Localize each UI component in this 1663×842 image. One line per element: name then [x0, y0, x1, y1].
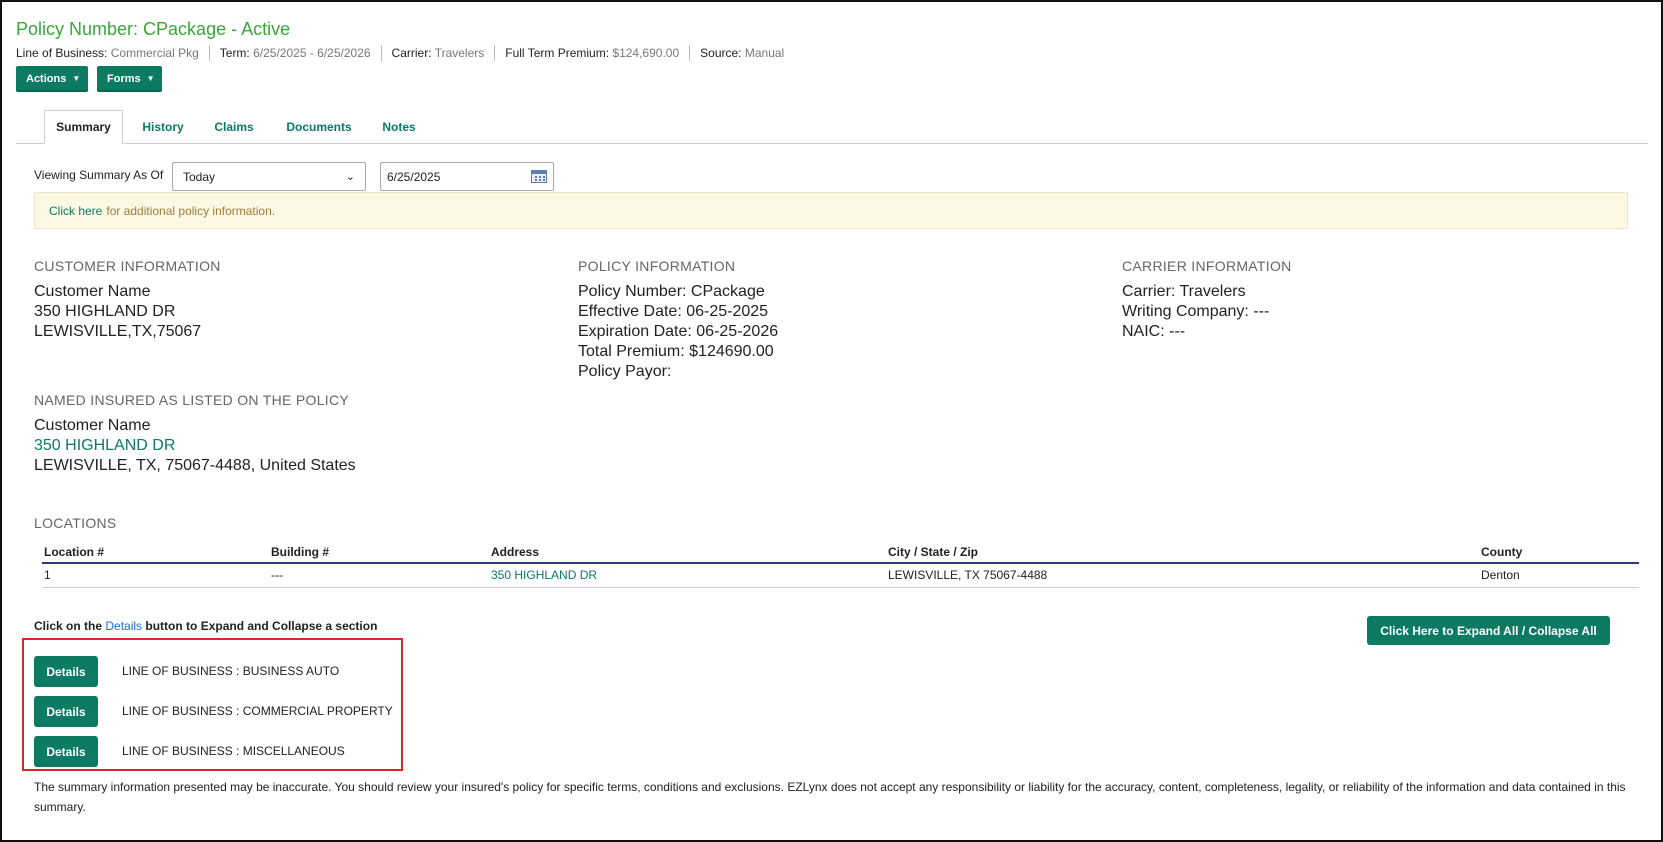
viewing-as-of-label: Viewing Summary As Of: [34, 168, 164, 182]
customer-information-section: CUSTOMER INFORMATION Customer Name 350 H…: [34, 258, 221, 342]
tab-notes[interactable]: Notes: [374, 110, 424, 143]
customer-city-state-zip: LEWISVILLE,TX,75067: [34, 323, 202, 340]
effective-date: Effective Date: 06-25-2025: [578, 303, 769, 320]
section-heading: POLICY INFORMATION: [578, 258, 736, 274]
forms-label: Forms: [107, 73, 141, 85]
policy-number: Policy Number: CPackage: [578, 283, 765, 300]
tabs-divider: [16, 143, 1648, 144]
hint-text: Click on the: [34, 619, 103, 633]
section-heading: CUSTOMER INFORMATION: [34, 258, 221, 274]
policy-meta-bar: Line of Business: Commercial Pkg Term: 6…: [16, 45, 794, 61]
total-premium: Total Premium: $124690.00: [578, 343, 774, 360]
building-number-cell: ---: [271, 568, 283, 582]
hint-details-link[interactable]: Details: [105, 619, 142, 633]
forms-dropdown-button[interactable]: Forms ▼: [97, 66, 162, 92]
carrier-info-body: Carrier: Travelers Writing Company: --- …: [1122, 282, 1292, 342]
tab-summary[interactable]: Summary: [44, 110, 123, 144]
additional-info-notice: Click here for additional policy informa…: [34, 192, 1628, 229]
meta-value: Commercial Pkg: [110, 46, 199, 60]
carrier-name: Carrier: Travelers: [1122, 283, 1246, 300]
section-heading: CARRIER INFORMATION: [1122, 258, 1292, 274]
policy-payor: Policy Payor:: [578, 363, 672, 380]
policy-info-body: Policy Number: CPackage Effective Date: …: [578, 282, 778, 382]
notice-text: for additional policy information.: [106, 203, 276, 218]
details-hint: Click on the Details button to Expand an…: [34, 619, 377, 633]
select-value: Today: [183, 169, 216, 184]
caret-down-icon: ▼: [146, 74, 155, 83]
location-number-cell: 1: [44, 568, 51, 582]
county-cell: Denton: [1481, 568, 1520, 582]
actions-dropdown-button[interactable]: Actions ▼: [16, 66, 88, 92]
naic: NAIC: ---: [1122, 323, 1186, 340]
locations-heading: LOCATIONS: [34, 515, 117, 531]
click-here-link[interactable]: Click here: [49, 204, 102, 218]
meta-value: Manual: [744, 46, 785, 60]
named-insured-body: Customer Name 350 HIGHLAND DR LEWISVILLE…: [34, 416, 356, 476]
tab-documents[interactable]: Documents: [279, 110, 359, 143]
tab-label: Notes: [382, 119, 416, 134]
tab-label: Summary: [56, 120, 111, 134]
lob-miscellaneous: LINE OF BUSINESS : MISCELLANEOUS: [122, 744, 345, 758]
city-state-zip-cell: LEWISVILLE, TX 75067-4488: [888, 568, 1048, 582]
details-button-business-auto[interactable]: Details: [34, 656, 98, 687]
hint-text: button to Expand and Collapse a section: [145, 619, 378, 633]
meta-label: Source:: [700, 46, 742, 60]
writing-company: Writing Company: ---: [1122, 303, 1270, 320]
as-of-date-field[interactable]: 6/25/2025: [380, 162, 554, 191]
meta-label: Carrier:: [391, 46, 432, 60]
named-insured-section: NAMED INSURED AS LISTED ON THE POLICY Cu…: [34, 392, 356, 476]
meta-full-term-premium: Full Term Premium: $124,690.00: [494, 45, 689, 61]
meta-carrier: Carrier: Travelers: [380, 45, 495, 61]
locations-table-header: Location # Building # Address City / Sta…: [42, 542, 1639, 564]
column-header: Address: [491, 545, 540, 559]
chevron-down-icon: ⌄: [345, 171, 355, 183]
meta-line-of-business: Line of Business: Commercial Pkg: [16, 45, 209, 61]
column-header: Building #: [271, 545, 329, 559]
named-insured-name: Customer Name: [34, 417, 151, 434]
named-insured-address-link[interactable]: 350 HIGHLAND DR: [34, 436, 356, 456]
tab-label: Documents: [286, 119, 352, 134]
location-address-link[interactable]: 350 HIGHLAND DR: [491, 568, 597, 582]
meta-value: 6/25/2025 - 6/25/2026: [253, 46, 371, 60]
lob-commercial-property: LINE OF BUSINESS : COMMERCIAL PROPERTY: [122, 704, 393, 718]
details-button-commercial-property[interactable]: Details: [34, 696, 98, 727]
expand-collapse-all-button[interactable]: Click Here to Expand All / Collapse All: [1367, 616, 1610, 645]
carrier-information-section: CARRIER INFORMATION Carrier: Travelers W…: [1122, 258, 1292, 342]
expiration-date: Expiration Date: 06-25-2026: [578, 323, 779, 340]
details-button-miscellaneous[interactable]: Details: [34, 736, 98, 767]
meta-value: $124,690.00: [612, 46, 680, 60]
caret-down-icon: ▼: [72, 74, 81, 83]
tab-history[interactable]: History: [133, 110, 193, 143]
date-value: 6/25/2025: [387, 169, 441, 184]
meta-term: Term: 6/25/2025 - 6/25/2026: [208, 45, 381, 61]
tab-claims[interactable]: Claims: [204, 110, 264, 143]
meta-label: Full Term Premium:: [505, 46, 610, 60]
table-row: 1 --- 350 HIGHLAND DR LEWISVILLE, TX 750…: [42, 563, 1639, 588]
customer-address: 350 HIGHLAND DR: [34, 303, 176, 320]
meta-label: Term:: [219, 46, 250, 60]
disclaimer-text: The summary information presented may be…: [34, 780, 1626, 814]
meta-label: Line of Business:: [16, 46, 108, 60]
page-title: Policy Number: CPackage - Active: [16, 19, 291, 39]
customer-name: Customer Name: [34, 283, 151, 300]
meta-source: Source: Manual: [689, 45, 794, 61]
named-insured-city-state-zip: LEWISVILLE, TX, 75067-4488, United State…: [34, 457, 356, 474]
column-header: County: [1481, 545, 1523, 559]
policy-information-section: POLICY INFORMATION Policy Number: CPacka…: [578, 258, 778, 382]
actions-label: Actions: [26, 73, 67, 85]
calendar-icon[interactable]: [531, 170, 547, 183]
lob-business-auto: LINE OF BUSINESS : BUSINESS AUTO: [122, 664, 340, 678]
column-header: City / State / Zip: [888, 545, 979, 559]
meta-value: Travelers: [434, 46, 485, 60]
tab-label: History: [142, 119, 184, 134]
customer-info-body: Customer Name 350 HIGHLAND DR LEWISVILLE…: [34, 282, 221, 342]
viewing-as-of-select[interactable]: Today ⌄: [172, 162, 366, 191]
column-header: Location #: [44, 545, 105, 559]
section-heading: NAMED INSURED AS LISTED ON THE POLICY: [34, 392, 350, 408]
page-frame: Policy Number: CPackage - Active Line of…: [0, 0, 1663, 842]
tab-label: Claims: [214, 119, 254, 134]
